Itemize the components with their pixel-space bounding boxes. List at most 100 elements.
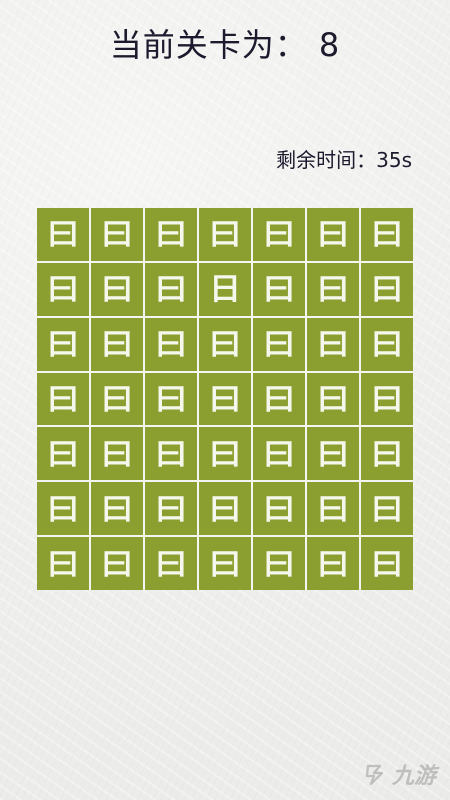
grid-cell[interactable]: 曰 bbox=[253, 482, 305, 536]
grid-cell[interactable]: 曰 bbox=[361, 317, 413, 371]
grid-cell[interactable]: 曰 bbox=[307, 537, 359, 590]
cell-character: 曰 bbox=[262, 490, 295, 527]
grid-cell[interactable]: 曰 bbox=[91, 537, 143, 590]
grid-cell[interactable]: 曰 bbox=[361, 372, 413, 426]
grid-cell[interactable]: 曰 bbox=[253, 372, 305, 426]
cell-character: 曰 bbox=[154, 325, 187, 363]
grid-cell[interactable]: 曰 bbox=[253, 262, 305, 316]
cell-character: 曰 bbox=[154, 490, 187, 527]
grid-cell[interactable]: 曰 bbox=[307, 427, 359, 481]
grid-cell[interactable]: 曰 bbox=[91, 427, 143, 481]
cell-character: 曰 bbox=[262, 435, 295, 473]
watermark: 九游 bbox=[362, 758, 436, 790]
grid-cell[interactable]: 曰 bbox=[37, 208, 89, 261]
cell-character: 曰 bbox=[370, 271, 403, 308]
grid-cell[interactable]: 曰 bbox=[145, 262, 197, 316]
cell-character: 曰 bbox=[208, 435, 241, 473]
cell-character: 曰 bbox=[316, 490, 349, 527]
cell-character: 曰 bbox=[370, 380, 403, 418]
grid-cell[interactable]: 曰 bbox=[37, 482, 89, 536]
grid-cell[interactable]: 曰 bbox=[91, 317, 143, 371]
grid-cell[interactable]: 曰 bbox=[145, 482, 197, 536]
grid-cell[interactable]: 曰 bbox=[361, 208, 413, 261]
cell-character: 曰 bbox=[208, 380, 241, 418]
grid-cell[interactable]: 曰 bbox=[145, 317, 197, 371]
grid-cell[interactable]: 曰 bbox=[37, 372, 89, 426]
cell-character: 曰 bbox=[208, 325, 241, 363]
cell-character: 曰 bbox=[154, 271, 187, 308]
grid-cell[interactable]: 曰 bbox=[199, 208, 251, 261]
cell-character: 曰 bbox=[370, 545, 403, 582]
grid-cell[interactable]: 曰 bbox=[91, 372, 143, 426]
grid-cell[interactable]: 曰 bbox=[361, 262, 413, 316]
cell-character: 曰 bbox=[370, 325, 403, 363]
grid-cell[interactable]: 曰 bbox=[307, 372, 359, 426]
cell-character: 曰 bbox=[100, 325, 133, 363]
cell-character: 曰 bbox=[46, 271, 79, 308]
grid-cell[interactable]: 曰 bbox=[253, 537, 305, 590]
cell-character: 曰 bbox=[208, 216, 241, 253]
cell-character: 曰 bbox=[154, 216, 187, 253]
cell-character: 曰 bbox=[208, 545, 241, 582]
grid-cell-odd[interactable]: 日 bbox=[199, 262, 251, 316]
grid-cell[interactable]: 曰 bbox=[199, 537, 251, 590]
cell-character: 曰 bbox=[154, 435, 187, 473]
cell-character: 曰 bbox=[316, 435, 349, 473]
grid-cell[interactable]: 曰 bbox=[145, 208, 197, 261]
grid-cell[interactable]: 曰 bbox=[91, 262, 143, 316]
grid-cell[interactable]: 曰 bbox=[253, 208, 305, 261]
cell-character: 曰 bbox=[46, 545, 79, 582]
grid-cell[interactable]: 曰 bbox=[91, 482, 143, 536]
grid-cell[interactable]: 曰 bbox=[253, 317, 305, 371]
grid-cell[interactable]: 曰 bbox=[37, 427, 89, 481]
grid-cell[interactable]: 曰 bbox=[199, 427, 251, 481]
watermark-text: 九游 bbox=[391, 764, 436, 789]
cell-character: 曰 bbox=[100, 490, 133, 527]
grid-cell[interactable]: 曰 bbox=[307, 208, 359, 261]
cell-character: 曰 bbox=[262, 380, 295, 418]
cell-character: 曰 bbox=[100, 435, 133, 473]
cell-character: 曰 bbox=[100, 545, 133, 582]
cell-character: 曰 bbox=[262, 545, 295, 582]
grid-cell[interactable]: 曰 bbox=[37, 317, 89, 371]
character-grid: 曰曰曰曰曰曰曰曰曰曰日曰曰曰曰曰曰曰曰曰曰曰曰曰曰曰曰曰曰曰曰曰曰曰曰曰曰曰曰曰… bbox=[37, 208, 413, 590]
cell-character: 曰 bbox=[46, 490, 79, 527]
cell-character: 曰 bbox=[316, 216, 349, 253]
cell-character: 曰 bbox=[46, 380, 79, 418]
cell-character: 曰 bbox=[262, 271, 295, 308]
grid-cell[interactable]: 曰 bbox=[307, 482, 359, 536]
time-remaining: 剩余时间：35s bbox=[276, 148, 412, 172]
grid-cell[interactable]: 曰 bbox=[37, 262, 89, 316]
cell-character: 曰 bbox=[100, 271, 133, 308]
grid-cell[interactable]: 曰 bbox=[199, 372, 251, 426]
cell-character: 曰 bbox=[316, 545, 349, 582]
cell-character: 曰 bbox=[100, 380, 133, 418]
grid-cell[interactable]: 曰 bbox=[145, 427, 197, 481]
cell-character: 曰 bbox=[208, 490, 241, 527]
grid-cell[interactable]: 曰 bbox=[307, 317, 359, 371]
cell-character: 曰 bbox=[316, 380, 349, 418]
grid-cell[interactable]: 曰 bbox=[37, 537, 89, 590]
cell-character: 曰 bbox=[46, 435, 79, 473]
grid-cell[interactable]: 曰 bbox=[145, 537, 197, 590]
cell-character: 曰 bbox=[370, 490, 403, 527]
grid-cell[interactable]: 曰 bbox=[91, 208, 143, 261]
grid-cell[interactable]: 曰 bbox=[199, 482, 251, 536]
grid-cell[interactable]: 曰 bbox=[307, 262, 359, 316]
jiuyou-logo-icon bbox=[365, 764, 384, 786]
grid-cell[interactable]: 曰 bbox=[199, 317, 251, 371]
cell-character: 曰 bbox=[316, 271, 349, 308]
cell-character: 曰 bbox=[100, 216, 133, 253]
cell-character: 曰 bbox=[154, 380, 187, 418]
cell-character: 曰 bbox=[316, 325, 349, 363]
cell-character: 曰 bbox=[154, 545, 187, 582]
cell-character: 曰 bbox=[46, 325, 79, 363]
grid-cell[interactable]: 曰 bbox=[361, 537, 413, 590]
grid-cell[interactable]: 曰 bbox=[253, 427, 305, 481]
cell-character: 曰 bbox=[262, 325, 295, 363]
grid-cell[interactable]: 曰 bbox=[145, 372, 197, 426]
cell-character: 曰 bbox=[262, 216, 295, 253]
grid-cell[interactable]: 曰 bbox=[361, 482, 413, 536]
cell-character: 曰 bbox=[46, 216, 79, 253]
grid-cell[interactable]: 曰 bbox=[361, 427, 413, 481]
